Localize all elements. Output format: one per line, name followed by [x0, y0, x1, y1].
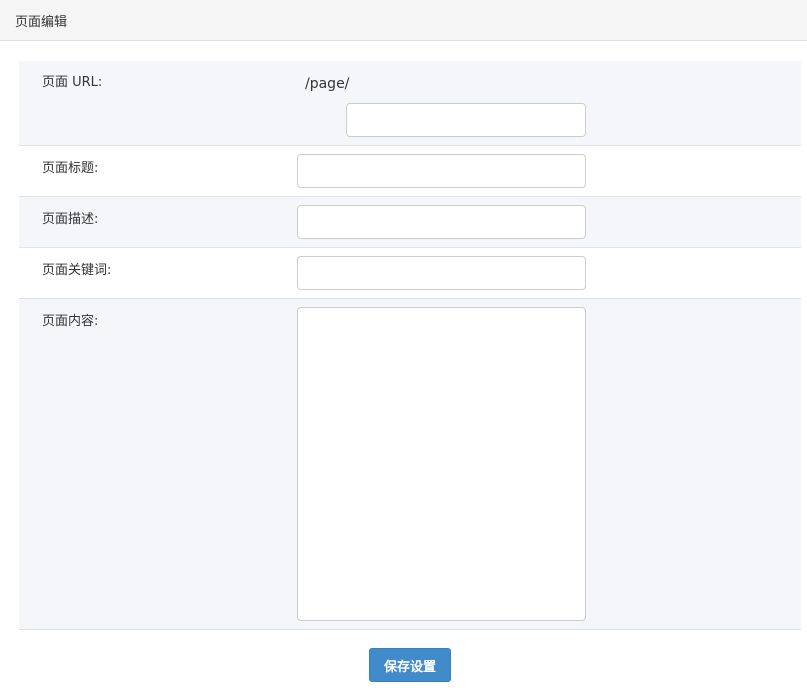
keywords-input[interactable] — [297, 256, 586, 290]
form-row-keywords: 页面关键词: — [19, 248, 801, 299]
form-row-description: 页面描述: — [19, 197, 801, 248]
page-header: 页面编辑 — [0, 0, 807, 41]
url-prefix: /page/ — [305, 76, 350, 92]
form-row-title: 页面标题: — [19, 146, 801, 197]
url-label: 页面 URL: — [42, 75, 103, 90]
form-row-content: 页面内容: — [19, 299, 801, 630]
url-input[interactable] — [346, 103, 586, 137]
save-button[interactable]: 保存设置 — [369, 648, 451, 682]
page-edit-form: 页面 URL: /page/ 页面标题: 页面描述: 页面关键词: 页面内容: — [19, 61, 801, 630]
description-label: 页面描述: — [42, 212, 99, 227]
description-input[interactable] — [297, 205, 586, 239]
title-label: 页面标题: — [42, 161, 99, 176]
page-title: 页面编辑 — [15, 15, 68, 30]
title-input[interactable] — [297, 154, 586, 188]
content-label: 页面内容: — [42, 314, 99, 329]
keywords-label: 页面关键词: — [42, 263, 112, 278]
content-textarea[interactable] — [297, 307, 586, 621]
form-row-url: 页面 URL: /page/ — [19, 61, 801, 146]
